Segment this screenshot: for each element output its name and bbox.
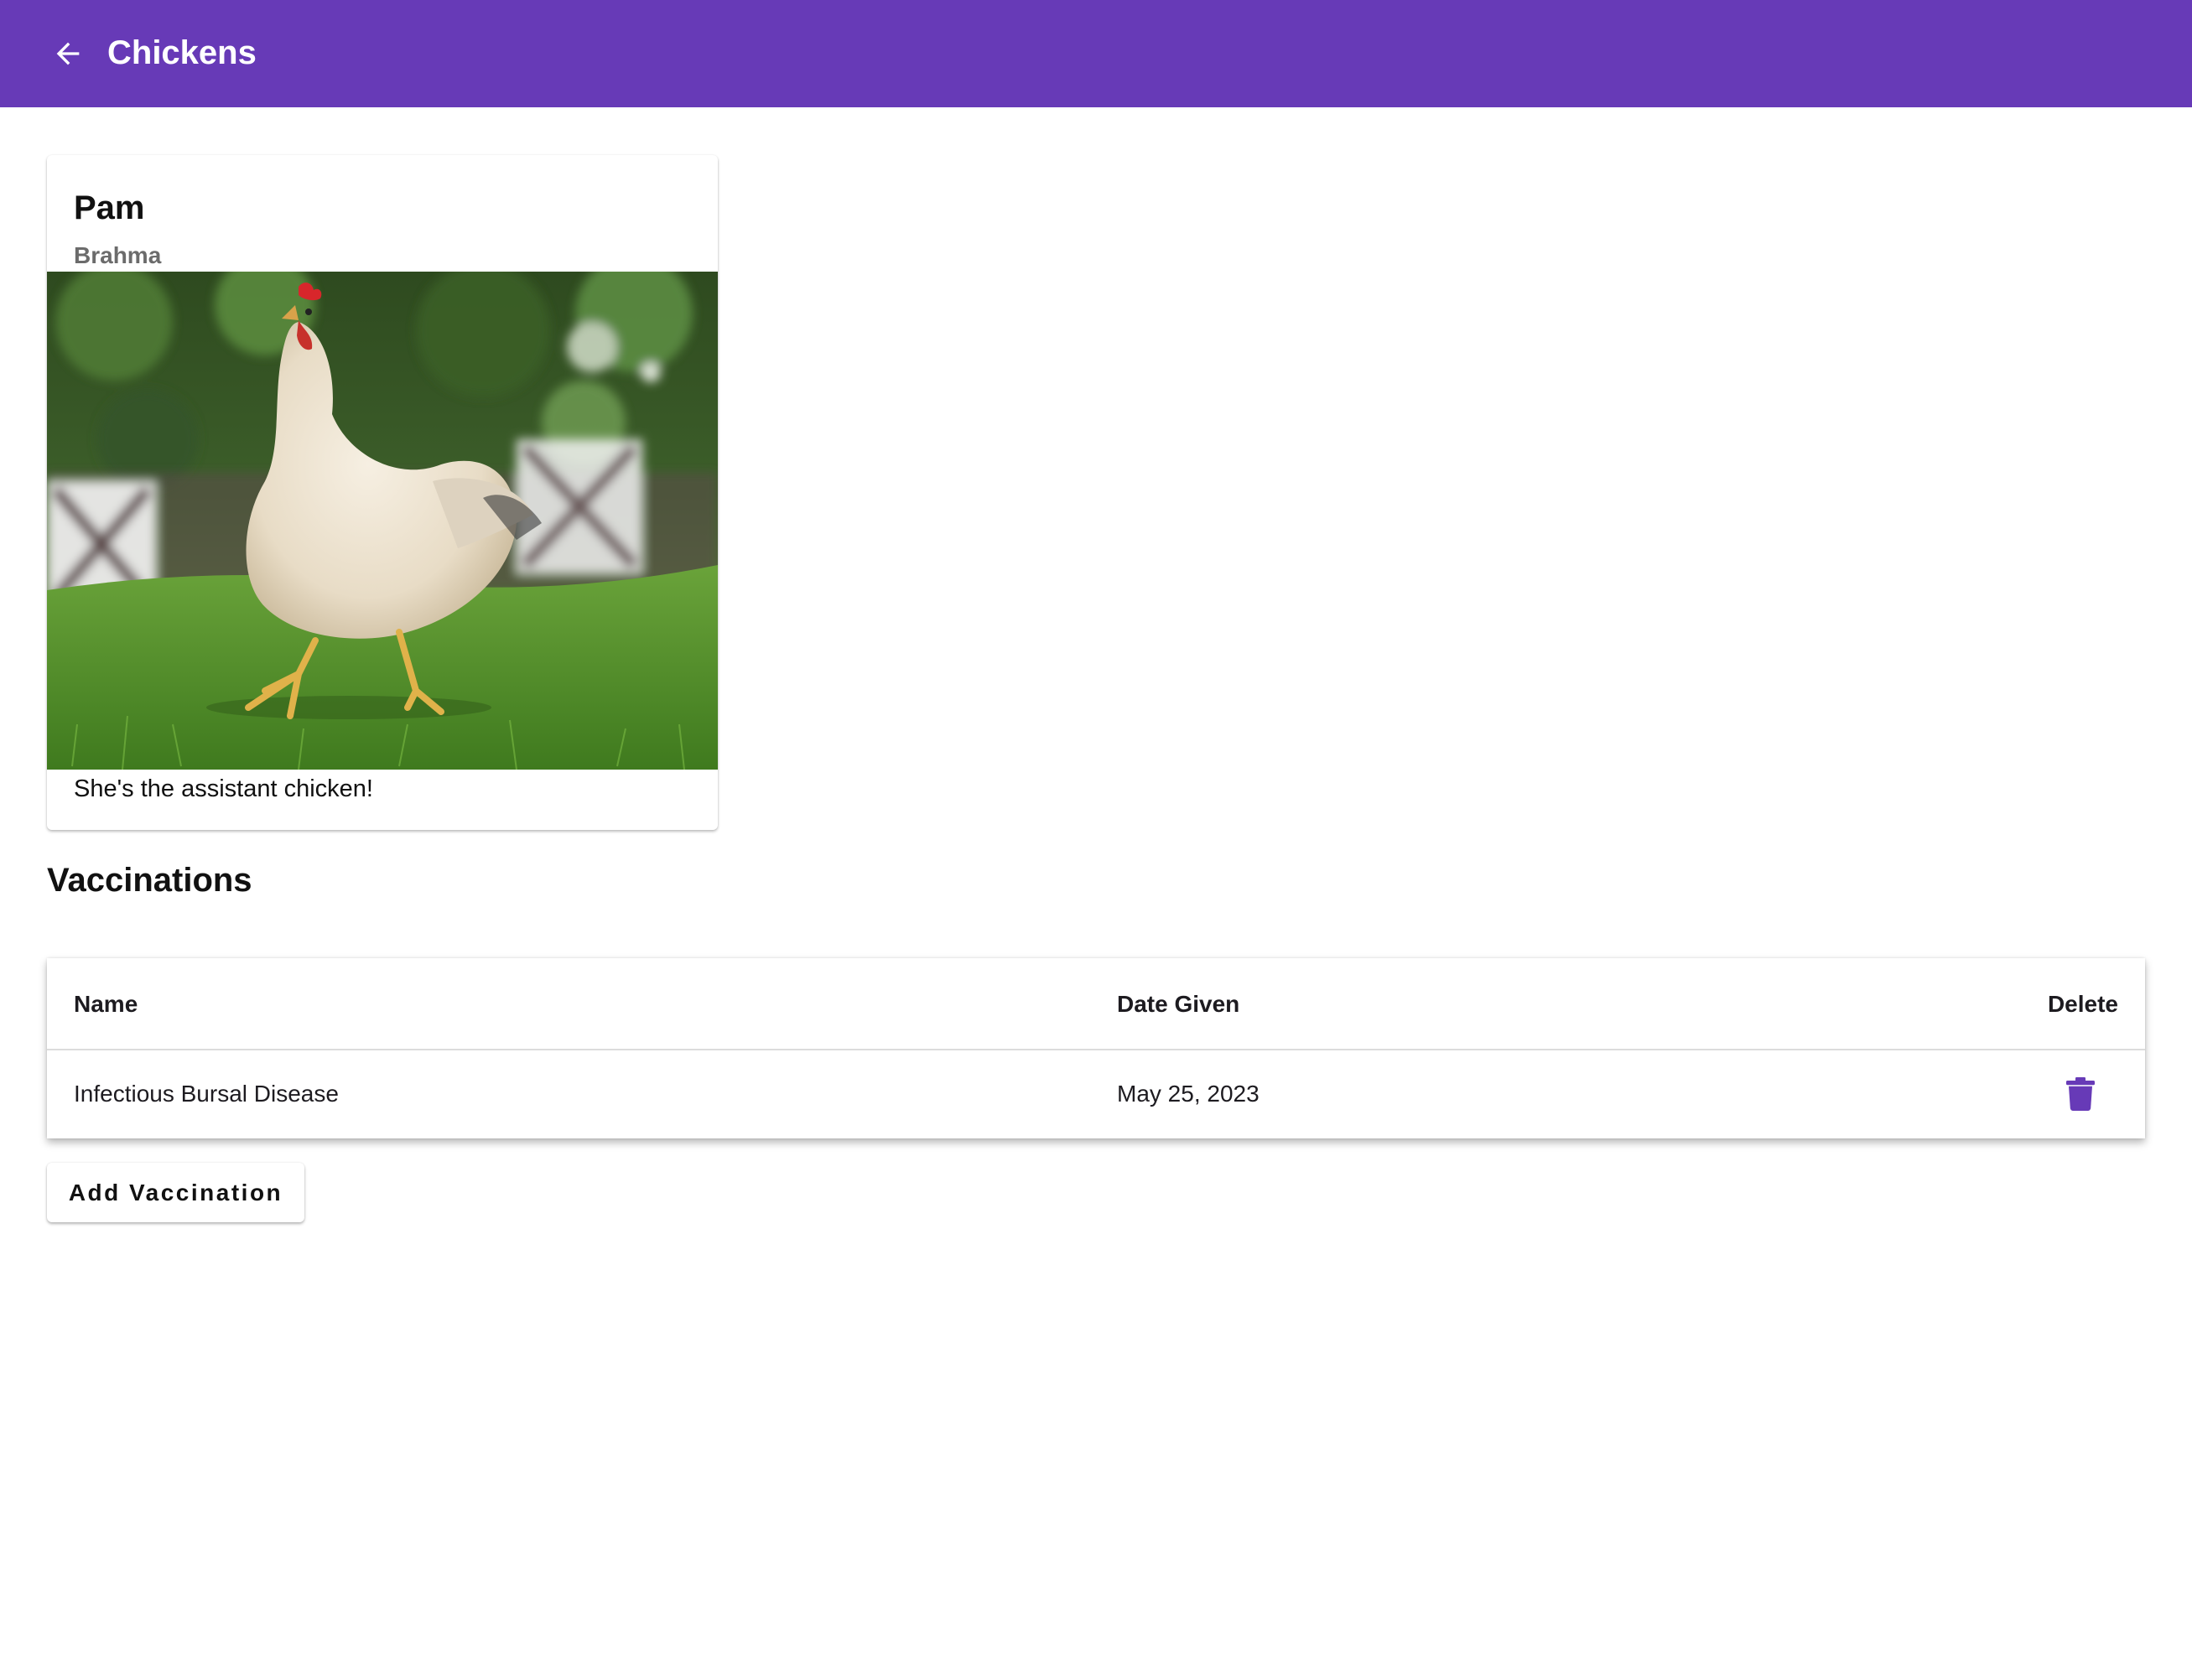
add-vaccination-button[interactable]: Add Vaccination <box>47 1163 304 1222</box>
chicken-description: She's the assistant chicken! <box>74 775 373 802</box>
trash-icon <box>2066 1077 2095 1111</box>
chicken-name: Pam <box>74 189 145 226</box>
table-row: Infectious Bursal Disease May 25, 2023 <box>47 1050 2145 1138</box>
delete-button[interactable] <box>2060 1073 2101 1115</box>
vaccinations-heading: Vaccinations <box>47 862 252 899</box>
chicken-card: Pam Brahma She's the assistant chicken! <box>47 155 718 830</box>
column-header-name[interactable]: Name <box>74 988 138 1021</box>
chicken-photo <box>47 272 718 770</box>
column-header-delete: Delete <box>2047 991 2118 1017</box>
chicken-breed: Brahma <box>74 242 162 268</box>
back-button[interactable] <box>45 34 91 74</box>
app-title: Chickens <box>107 34 257 71</box>
arrow-left-icon <box>56 42 80 65</box>
vaccination-date: May 25, 2023 <box>1117 1081 1260 1107</box>
vaccination-name: Infectious Bursal Disease <box>74 1081 339 1107</box>
column-header-date-given[interactable]: Date Given <box>1117 988 1239 1021</box>
app-bar: Chickens <box>0 0 2192 107</box>
vaccinations-table: Name Date Given Delete Infectious Bursal… <box>47 958 2145 1138</box>
table-header: Name Date Given Delete <box>47 958 2145 1050</box>
